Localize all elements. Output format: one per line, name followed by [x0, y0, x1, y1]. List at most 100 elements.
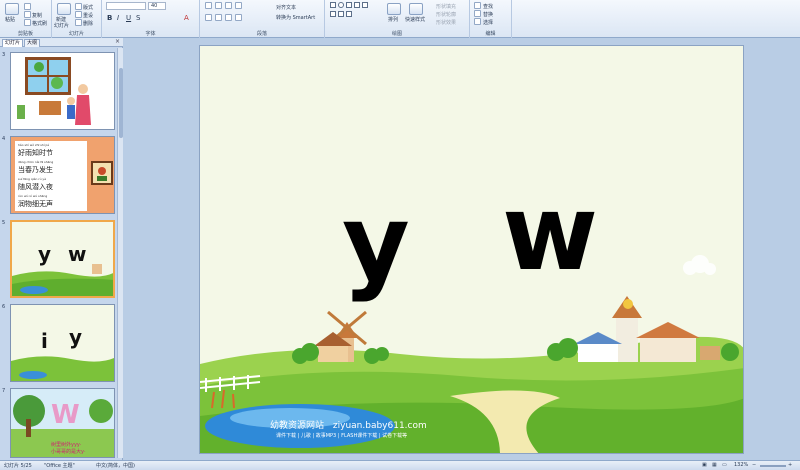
poem-pinyin-2: dāng chūn nǎi fā shēng	[18, 160, 54, 164]
find-icon[interactable]	[474, 2, 481, 9]
oval-shape-icon[interactable]	[338, 2, 344, 8]
format-painter-icon[interactable]	[24, 19, 31, 26]
drawing-group: 排列 快速样式 形状填充 形状轮廓 形状效果 绘图	[325, 0, 470, 38]
sorter-view-icon[interactable]: ▦	[712, 462, 717, 468]
bullets-icon[interactable]	[205, 2, 212, 9]
editing-group-label: 编辑	[485, 31, 496, 37]
normal-view-icon[interactable]: ▣	[702, 462, 707, 468]
layout-icon[interactable]	[75, 3, 82, 10]
align-left-icon[interactable]	[205, 14, 212, 21]
poem-card: hǎo shí wǒ zhī shí jié 好雨知时节 dāng chūn n…	[15, 141, 87, 211]
font-color-button[interactable]: A	[184, 14, 189, 22]
language-indicator[interactable]: 中文(简体，中国)	[96, 462, 135, 469]
cut-icon[interactable]	[24, 3, 31, 10]
justify-icon[interactable]	[235, 14, 242, 21]
thumb-7-caption-2: 小哥哥的是大y·	[51, 449, 86, 455]
find-button[interactable]: 查找	[483, 3, 493, 10]
slide-letter-w[interactable]: w	[502, 181, 598, 285]
arrange-button[interactable]: 排列	[388, 16, 398, 23]
poem-line-1: 好雨知时节	[18, 149, 53, 157]
triangle-shape-icon[interactable]	[330, 11, 336, 17]
poem-pinyin-4: rùn wù xì wú shēng	[18, 194, 48, 198]
site-url: ziyuan.baby611.com	[332, 421, 427, 431]
copy-button[interactable]: 复制	[32, 12, 42, 19]
arrow-shape-icon[interactable]	[354, 2, 360, 8]
tab-slides[interactable]: 幻灯片	[2, 39, 24, 47]
poem-line-2: 当春乃发生	[18, 166, 53, 174]
slide-thumbnail-4[interactable]: hǎo shí wǒ zhī shí jié 好雨知时节 dāng chūn n…	[10, 136, 115, 214]
slide-thumbnail-7[interactable]: W 树里树外yyy· 小哥哥的是大y·	[10, 388, 115, 458]
rectangle-shape-icon[interactable]	[330, 2, 336, 8]
clipboard-group: 粘贴 复制 格式刷 剪贴板	[0, 0, 52, 38]
slides-panel: 幻灯片 大纲 × 3 4 hǎo shí wǒ zhī shí jié 好雨知时…	[0, 38, 123, 460]
numbering-icon[interactable]	[215, 2, 222, 9]
quick-styles-button[interactable]: 快速样式	[405, 16, 425, 23]
editing-group: 查找 替换 选择 编辑	[470, 0, 512, 38]
panel-scrollbar-thumb[interactable]	[119, 68, 123, 138]
star-shape-icon[interactable]	[338, 11, 344, 17]
align-right-icon[interactable]	[225, 14, 232, 21]
theme-name: "Office 主题"	[44, 463, 75, 469]
layout-button[interactable]: 版式	[83, 4, 93, 11]
close-icon[interactable]: ×	[115, 38, 120, 46]
tab-outline[interactable]: 大纲	[24, 39, 41, 47]
site-name: 幼教资源网站	[270, 421, 325, 431]
underline-button[interactable]: U	[126, 14, 131, 22]
slide-letter-y[interactable]: y	[342, 191, 410, 295]
slides-group: 新建 幻灯片 版式 重设 删除 幻灯片	[52, 0, 102, 38]
new-slide-label-2[interactable]: 幻灯片	[54, 22, 69, 29]
delete-icon[interactable]	[75, 19, 82, 26]
reset-button[interactable]: 重设	[83, 12, 93, 19]
zoom-out-icon[interactable]: −	[752, 462, 756, 468]
slide-thumbnail-6[interactable]: i y	[10, 304, 115, 382]
new-slide-icon[interactable]	[57, 3, 71, 15]
poem-pinyin-1: hǎo shí wǒ zhī shí jié	[18, 143, 50, 147]
slides-group-label: 幻灯片	[68, 31, 84, 37]
slide-thumbnail-5[interactable]: y w	[10, 220, 115, 298]
italic-button[interactable]: I	[117, 14, 119, 22]
shape-fill-button[interactable]: 形状填充	[436, 3, 456, 10]
format-painter-button[interactable]: 格式刷	[32, 20, 47, 27]
quick-styles-icon[interactable]	[409, 3, 423, 15]
drawing-group-label: 绘图	[391, 31, 402, 37]
brace-shape-icon[interactable]	[346, 11, 352, 17]
replace-icon[interactable]	[474, 10, 481, 17]
select-button[interactable]: 选择	[483, 19, 493, 26]
align-text-button[interactable]: 对齐文本	[276, 4, 296, 11]
align-center-icon[interactable]	[215, 14, 222, 21]
slide-canvas[interactable]: y w 幼教资源网站 ziyuan.baby611.com 课件下载 | 儿歌 …	[199, 45, 744, 454]
paste-button[interactable]: 粘贴	[5, 16, 15, 23]
slide-number-3: 3	[2, 52, 6, 58]
font-size-select[interactable]: 40	[148, 2, 166, 10]
slide-thumbnail-3[interactable]	[10, 52, 115, 130]
ribbon: 粘贴 复制 格式刷 剪贴板 新建 幻灯片 版式 重设 删除 幻灯片 40 B I	[0, 0, 800, 38]
zoom-slider[interactable]	[760, 465, 786, 467]
paste-icon[interactable]	[5, 3, 19, 15]
delete-button[interactable]: 删除	[83, 20, 93, 27]
copy-icon[interactable]	[24, 11, 31, 18]
arrange-icon[interactable]	[387, 3, 401, 15]
line-shape-icon[interactable]	[362, 2, 368, 8]
poem-picture	[91, 161, 113, 185]
landscape-illustration	[200, 255, 743, 453]
shape-effects-button[interactable]: 形状效果	[436, 19, 456, 26]
replace-button[interactable]: 替换	[483, 11, 493, 18]
decrease-indent-icon[interactable]	[225, 2, 232, 9]
increase-indent-icon[interactable]	[235, 2, 242, 9]
status-bar: 幻灯片 5/25 "Office 主题" 中文(简体，中国) ▣ ▦ ▭ 132…	[0, 460, 800, 470]
thumb-5-letter-w: w	[68, 242, 87, 266]
svg-text:W: W	[51, 400, 80, 430]
shape-outline-button[interactable]: 形状轮廓	[436, 11, 456, 18]
reset-icon[interactable]	[75, 11, 82, 18]
convert-smartart-button[interactable]: 转换为 SmartArt	[276, 14, 315, 21]
slideshow-view-icon[interactable]: ▭	[722, 462, 727, 468]
zoom-in-icon[interactable]: +	[788, 462, 792, 468]
panel-scrollbar[interactable]	[117, 48, 123, 458]
font-name-select[interactable]	[106, 2, 146, 10]
zoom-level[interactable]: 132%	[734, 462, 748, 468]
textbox-shape-icon[interactable]	[346, 2, 352, 8]
strikethrough-button[interactable]: S	[136, 14, 140, 22]
font-group: 40 B I U S A 字体	[102, 0, 200, 38]
select-icon[interactable]	[474, 18, 481, 25]
bold-button[interactable]: B	[107, 14, 112, 22]
